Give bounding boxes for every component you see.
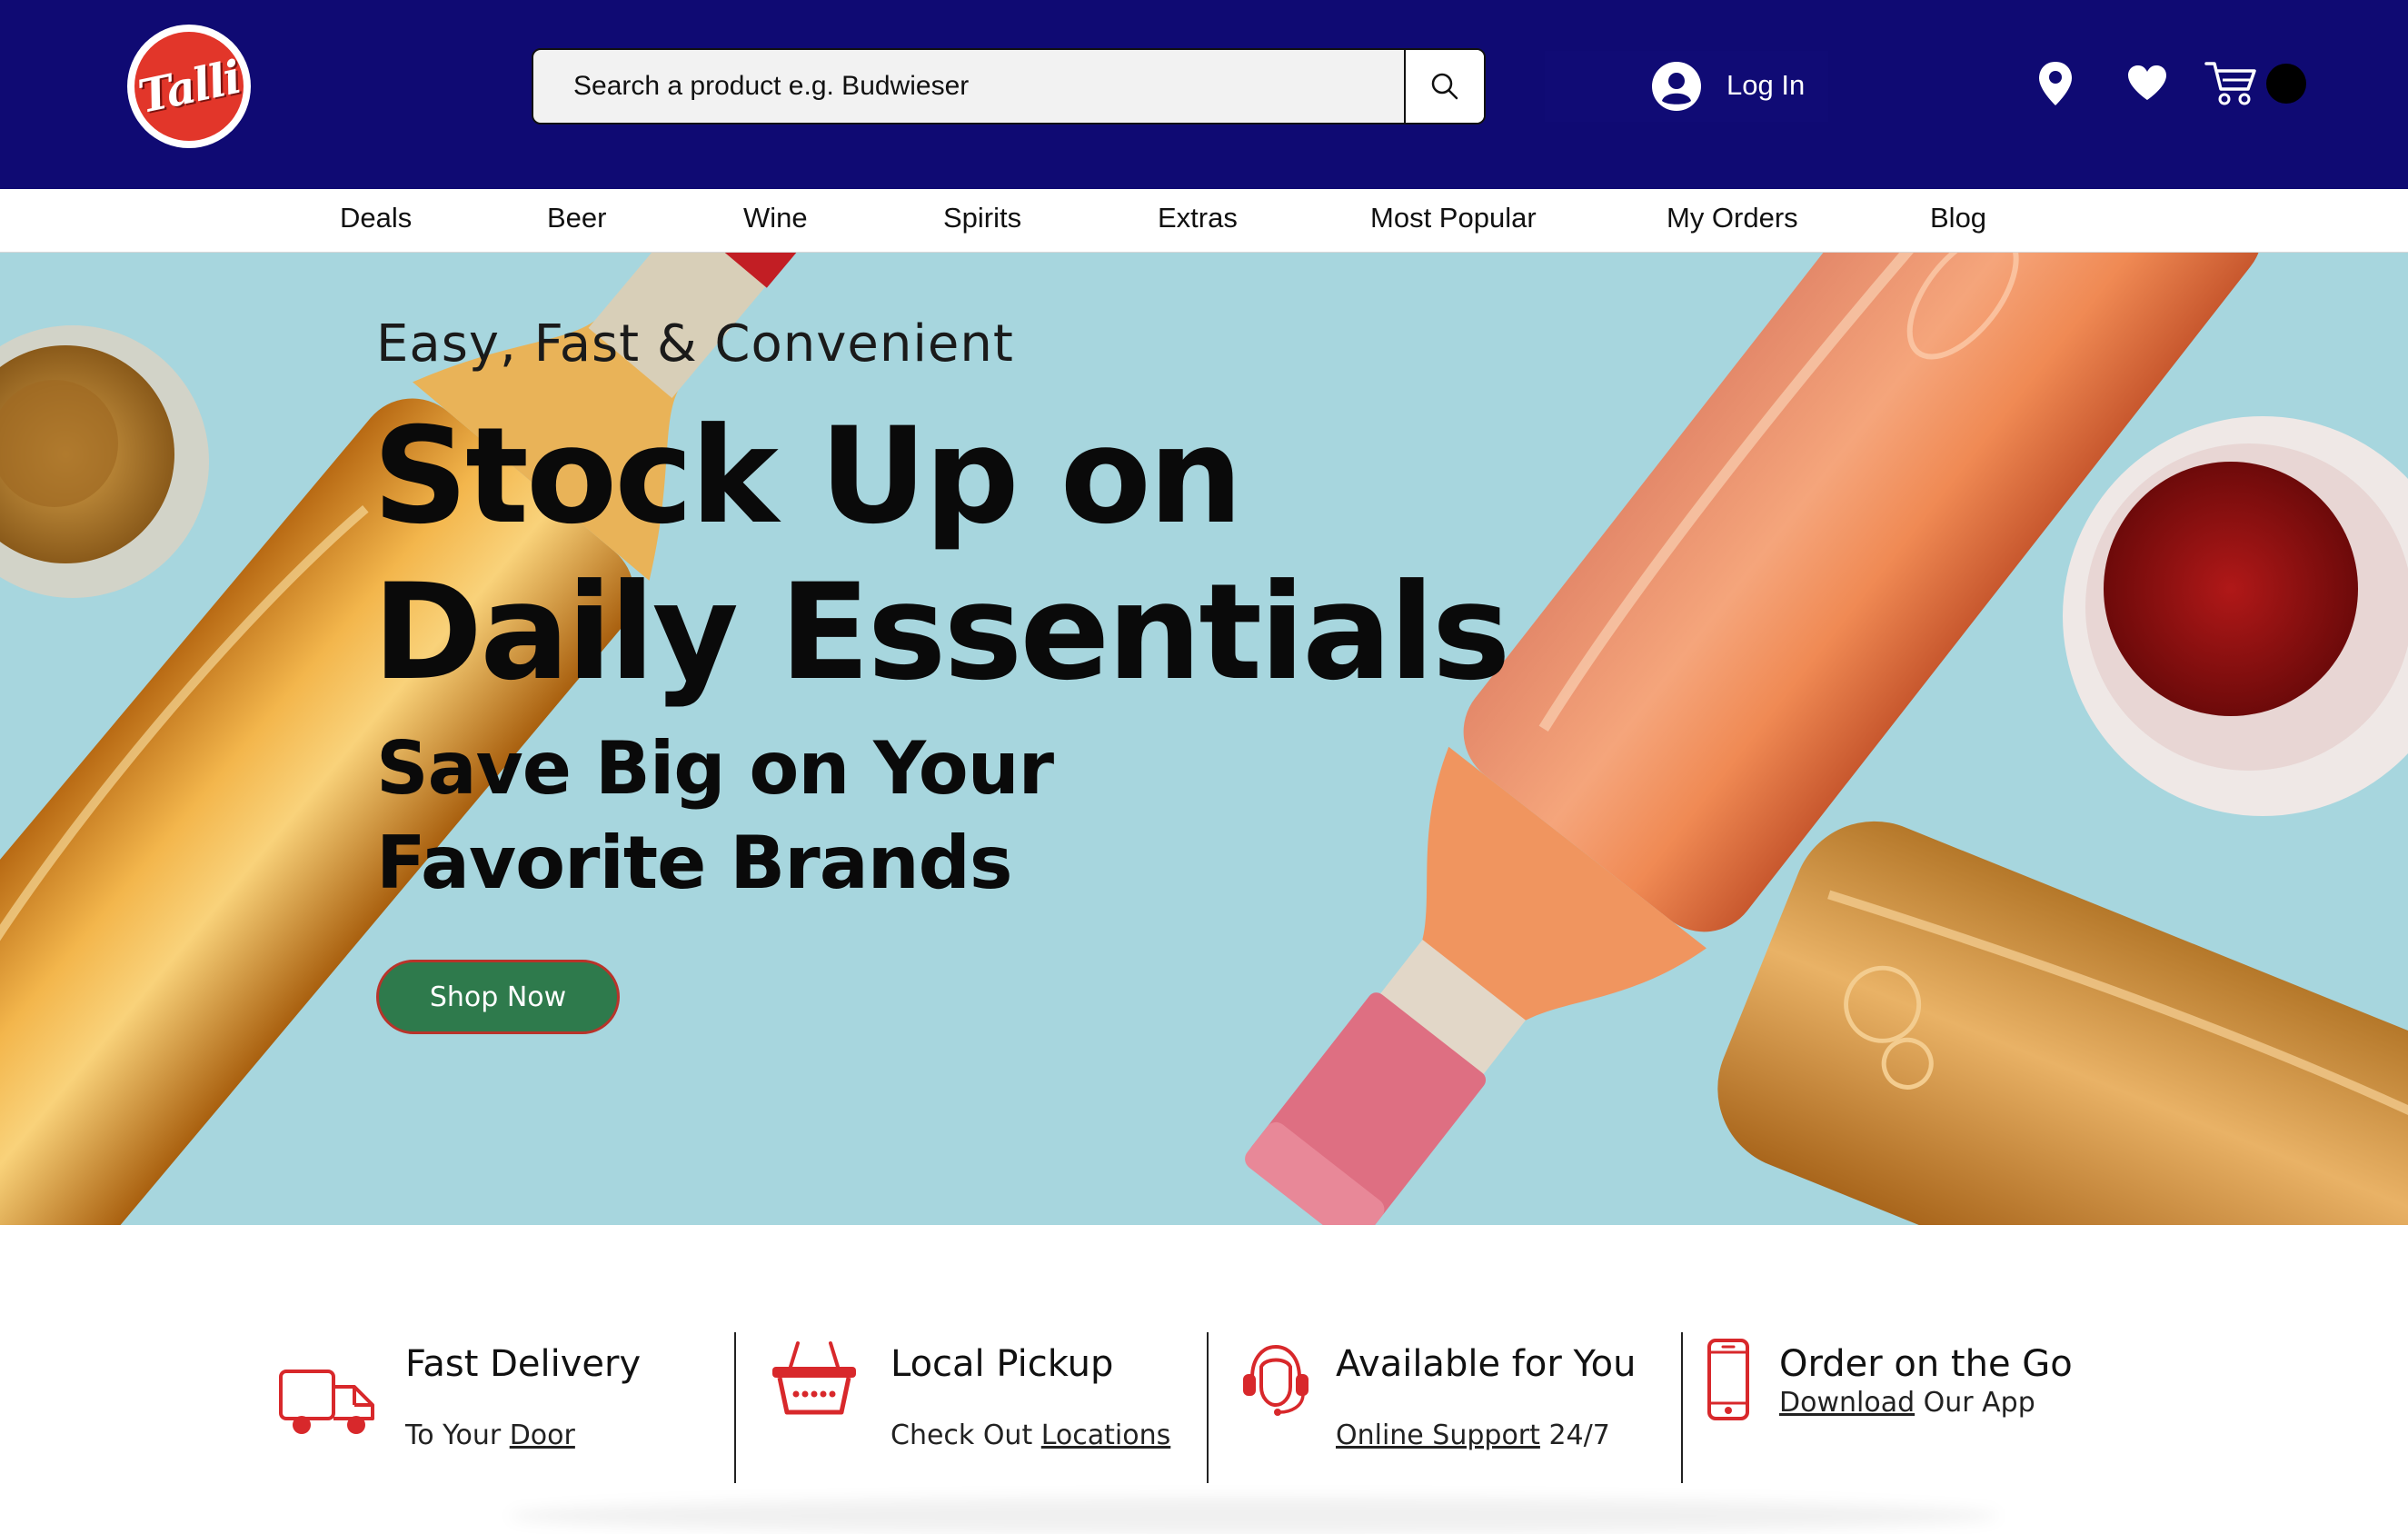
top-header: Talli Log In [0,0,2408,189]
logo-badge: Talli [134,32,244,141]
search-bar [532,48,1486,125]
hero-eyebrow: Easy, Fast & Convenient [376,314,1014,374]
nav-item-most-popular[interactable]: Most Popular [1370,202,1537,234]
search-icon [1431,73,1458,100]
feature-sub-suffix: 24/7 [1539,1419,1610,1451]
login-label: Log In [1726,69,1806,101]
feature-subtitle: To Your Door [405,1419,575,1451]
basket-icon [772,1341,856,1415]
login-button[interactable]: Log In [1545,51,1828,122]
nav-item-blog[interactable]: Blog [1930,202,1986,234]
user-avatar-icon [1652,62,1701,111]
search-input[interactable] [533,50,1406,123]
feature-sub-prefix: Check Out [891,1419,1041,1451]
nav-item-deals[interactable]: Deals [340,202,412,234]
nav-item-extras[interactable]: Extras [1158,202,1238,234]
cart-count-badge [2266,64,2306,104]
heart-icon[interactable] [2126,64,2168,102]
cart-icon[interactable] [2204,60,2259,107]
shop-now-button[interactable]: Shop Now [376,960,620,1034]
hero-subhead-line1: Save Big on Your [376,726,1054,811]
location-pin-icon[interactable] [2035,60,2075,107]
nav-item-spirits[interactable]: Spirits [943,202,1021,234]
nav-item-wine[interactable]: Wine [743,202,808,234]
feature-title: Local Pickup [891,1343,1114,1385]
hero-banner: Easy, Fast & Convenient Stock Up on Dail… [0,253,2408,1225]
feature-sub-prefix: To Your [405,1419,510,1451]
hero-subhead-line2: Favorite Brands [376,821,1013,905]
hero-headline-line2: Daily Essentials [373,555,1511,710]
hero-subhead: Save Big on Your Favorite Brands [376,722,1054,911]
download-link[interactable]: Download [1779,1387,1915,1419]
online-support-link[interactable]: Online Support [1336,1419,1540,1451]
feature-sub-suffix: Our App [1915,1387,2035,1419]
feature-title: Order on the Go [1779,1343,2073,1385]
feature-divider [1681,1332,1683,1483]
feature-title: Available for You [1336,1343,1637,1385]
headset-support-icon [1243,1344,1308,1416]
locations-link[interactable]: Locations [1041,1419,1171,1451]
hero-headline-line1: Stock Up on [373,399,1243,553]
nav-item-my-orders[interactable]: My Orders [1667,202,1798,234]
delivery-truck-icon [279,1370,374,1434]
search-button[interactable] [1404,50,1484,123]
logo-wordmark: Talli [134,49,244,124]
feature-divider [1207,1332,1209,1483]
section-shadow [509,1498,1999,1534]
main-nav: Deals Beer Wine Spirits Extras Most Popu… [0,189,2408,253]
talli-logo[interactable]: Talli [127,25,251,148]
feature-subtitle: Check Out Locations [891,1419,1170,1451]
nav-item-beer[interactable]: Beer [547,202,606,234]
feature-divider [734,1332,736,1483]
hero-headline: Stock Up on Daily Essentials [373,398,1511,711]
features-strip: Fast Delivery To Your Door Local Pickup … [0,1225,2408,1534]
feature-subtitle: Online Support 24/7 [1336,1419,1610,1451]
door-link[interactable]: Door [510,1419,575,1451]
smartphone-icon [1707,1339,1749,1420]
feature-subtitle: Download Our App [1779,1387,2035,1419]
feature-title: Fast Delivery [405,1343,642,1385]
